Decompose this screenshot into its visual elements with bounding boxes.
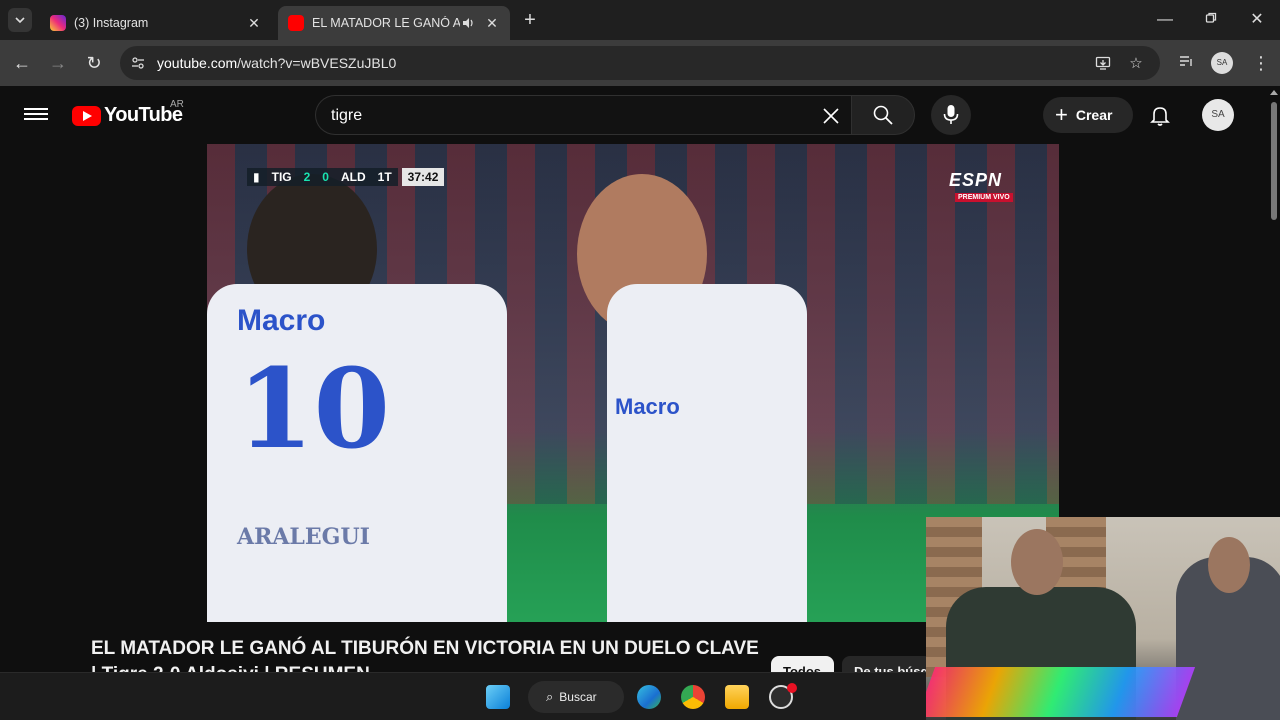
speaker-icon[interactable] bbox=[460, 15, 476, 31]
url-domain: youtube.com bbox=[157, 55, 238, 71]
browser-profile-avatar[interactable]: SA bbox=[1211, 52, 1233, 74]
chevron-down-icon bbox=[15, 17, 25, 24]
search-icon bbox=[873, 105, 893, 125]
match-period: 1T bbox=[371, 168, 398, 186]
create-button[interactable]: + Crear bbox=[1043, 97, 1133, 133]
tab-search-button[interactable] bbox=[8, 8, 32, 32]
person-head bbox=[1208, 537, 1250, 593]
hamburger-menu-icon[interactable] bbox=[24, 105, 48, 123]
league-logo: ▮ bbox=[247, 168, 266, 186]
close-window-icon[interactable]: ✕ bbox=[1245, 8, 1269, 32]
taskbar-search-label: Buscar bbox=[559, 690, 597, 704]
instagram-icon bbox=[50, 15, 66, 31]
taskbar-search-button[interactable]: ⌕ Buscar bbox=[528, 681, 624, 713]
rgb-keyboard bbox=[926, 667, 1196, 717]
search-button[interactable] bbox=[851, 95, 915, 135]
voice-search-button[interactable] bbox=[931, 95, 971, 135]
tab-instagram[interactable]: (3) Instagram ✕ bbox=[40, 6, 272, 40]
video-title: EL MATADOR LE GANÓ AL TIBURÓN EN VICTORI… bbox=[91, 638, 759, 672]
tab-title: (3) Instagram bbox=[74, 16, 149, 30]
back-arrow-icon[interactable]: ← bbox=[10, 51, 34, 75]
windows-taskbar: ⌕ Buscar bbox=[0, 672, 926, 720]
youtube-play-icon bbox=[72, 105, 101, 126]
player-right bbox=[607, 284, 807, 622]
file-explorer-icon[interactable] bbox=[725, 685, 749, 709]
jersey-sponsor: Macro bbox=[237, 304, 326, 337]
microphone-icon bbox=[943, 105, 959, 124]
close-tab-icon[interactable]: ✕ bbox=[484, 15, 500, 31]
address-bar[interactable]: youtube.com/watch?v=wBVESZuJBL0 ☆ bbox=[120, 46, 1160, 80]
browser-menu-icon[interactable]: ⋮ bbox=[1252, 52, 1270, 74]
close-tab-icon[interactable]: ✕ bbox=[246, 15, 262, 31]
install-app-icon[interactable] bbox=[1094, 55, 1112, 73]
youtube-icon bbox=[288, 15, 304, 31]
edge-browser-icon[interactable] bbox=[637, 685, 661, 709]
network-logo: ESPN bbox=[949, 170, 1003, 190]
scorebug: ▮ TIG 2 0 ALD 1T 37:42 bbox=[247, 168, 445, 186]
person-head bbox=[1011, 529, 1063, 595]
user-avatar[interactable]: SA bbox=[1202, 99, 1234, 131]
windows-start-icon[interactable] bbox=[486, 685, 510, 709]
forward-arrow-icon[interactable]: → bbox=[46, 51, 70, 75]
tab-title: EL MATADOR LE GANÓ AL bbox=[312, 16, 460, 30]
search-icon: ⌕ bbox=[546, 689, 554, 704]
match-clock: 37:42 bbox=[401, 168, 445, 186]
scroll-up-arrow-icon[interactable] bbox=[1270, 90, 1278, 95]
away-team: ALD bbox=[334, 168, 372, 186]
notification-badge bbox=[787, 683, 797, 693]
create-label: Crear bbox=[1075, 107, 1113, 123]
reload-icon[interactable]: ↻ bbox=[82, 51, 106, 75]
plus-icon: + bbox=[1055, 102, 1068, 127]
reading-list-icon[interactable] bbox=[1177, 53, 1195, 71]
bookmark-star-icon[interactable]: ☆ bbox=[1127, 55, 1145, 73]
clear-search-icon[interactable] bbox=[819, 104, 843, 128]
tab-strip: (3) Instagram ✕ EL MATADOR LE GANÓ AL ✕ … bbox=[0, 0, 1280, 40]
chrome-browser-icon[interactable] bbox=[681, 685, 705, 709]
home-score: 2 bbox=[297, 168, 317, 186]
search-input[interactable]: tigre bbox=[315, 95, 851, 135]
jersey-name: ARALEGUI bbox=[237, 524, 370, 550]
browser-toolbar: ← → ↻ youtube.com/watch?v=wBVESZuJBL0 ☆ … bbox=[0, 40, 1280, 86]
new-tab-button[interactable]: + bbox=[518, 10, 542, 32]
minimize-icon[interactable]: — bbox=[1153, 8, 1177, 32]
network-tier: PREMIUM VIVO bbox=[955, 193, 1013, 202]
youtube-header: YouTube AR tigre + Crear SA bbox=[0, 86, 1268, 144]
home-team: TIG bbox=[265, 168, 298, 186]
site-settings-icon[interactable] bbox=[130, 55, 146, 71]
youtube-logo[interactable]: YouTube AR bbox=[72, 99, 184, 127]
jersey-number: 10 bbox=[237, 344, 391, 473]
url-path: /watch?v=wBVESZuJBL0 bbox=[237, 55, 397, 71]
restore-icon[interactable] bbox=[1199, 8, 1223, 32]
scrollbar-thumb[interactable] bbox=[1271, 102, 1277, 220]
tab-youtube[interactable]: EL MATADOR LE GANÓ AL ✕ bbox=[278, 6, 510, 40]
away-score: 0 bbox=[316, 168, 335, 186]
notifications-bell-icon[interactable] bbox=[1148, 103, 1172, 127]
url-text: youtube.com/watch?v=wBVESZuJBL0 bbox=[157, 55, 396, 71]
webcam-overlay bbox=[926, 517, 1280, 720]
country-code: AR bbox=[170, 99, 184, 110]
jersey-sponsor: Macro bbox=[615, 394, 680, 419]
search-query: tigre bbox=[331, 107, 363, 124]
